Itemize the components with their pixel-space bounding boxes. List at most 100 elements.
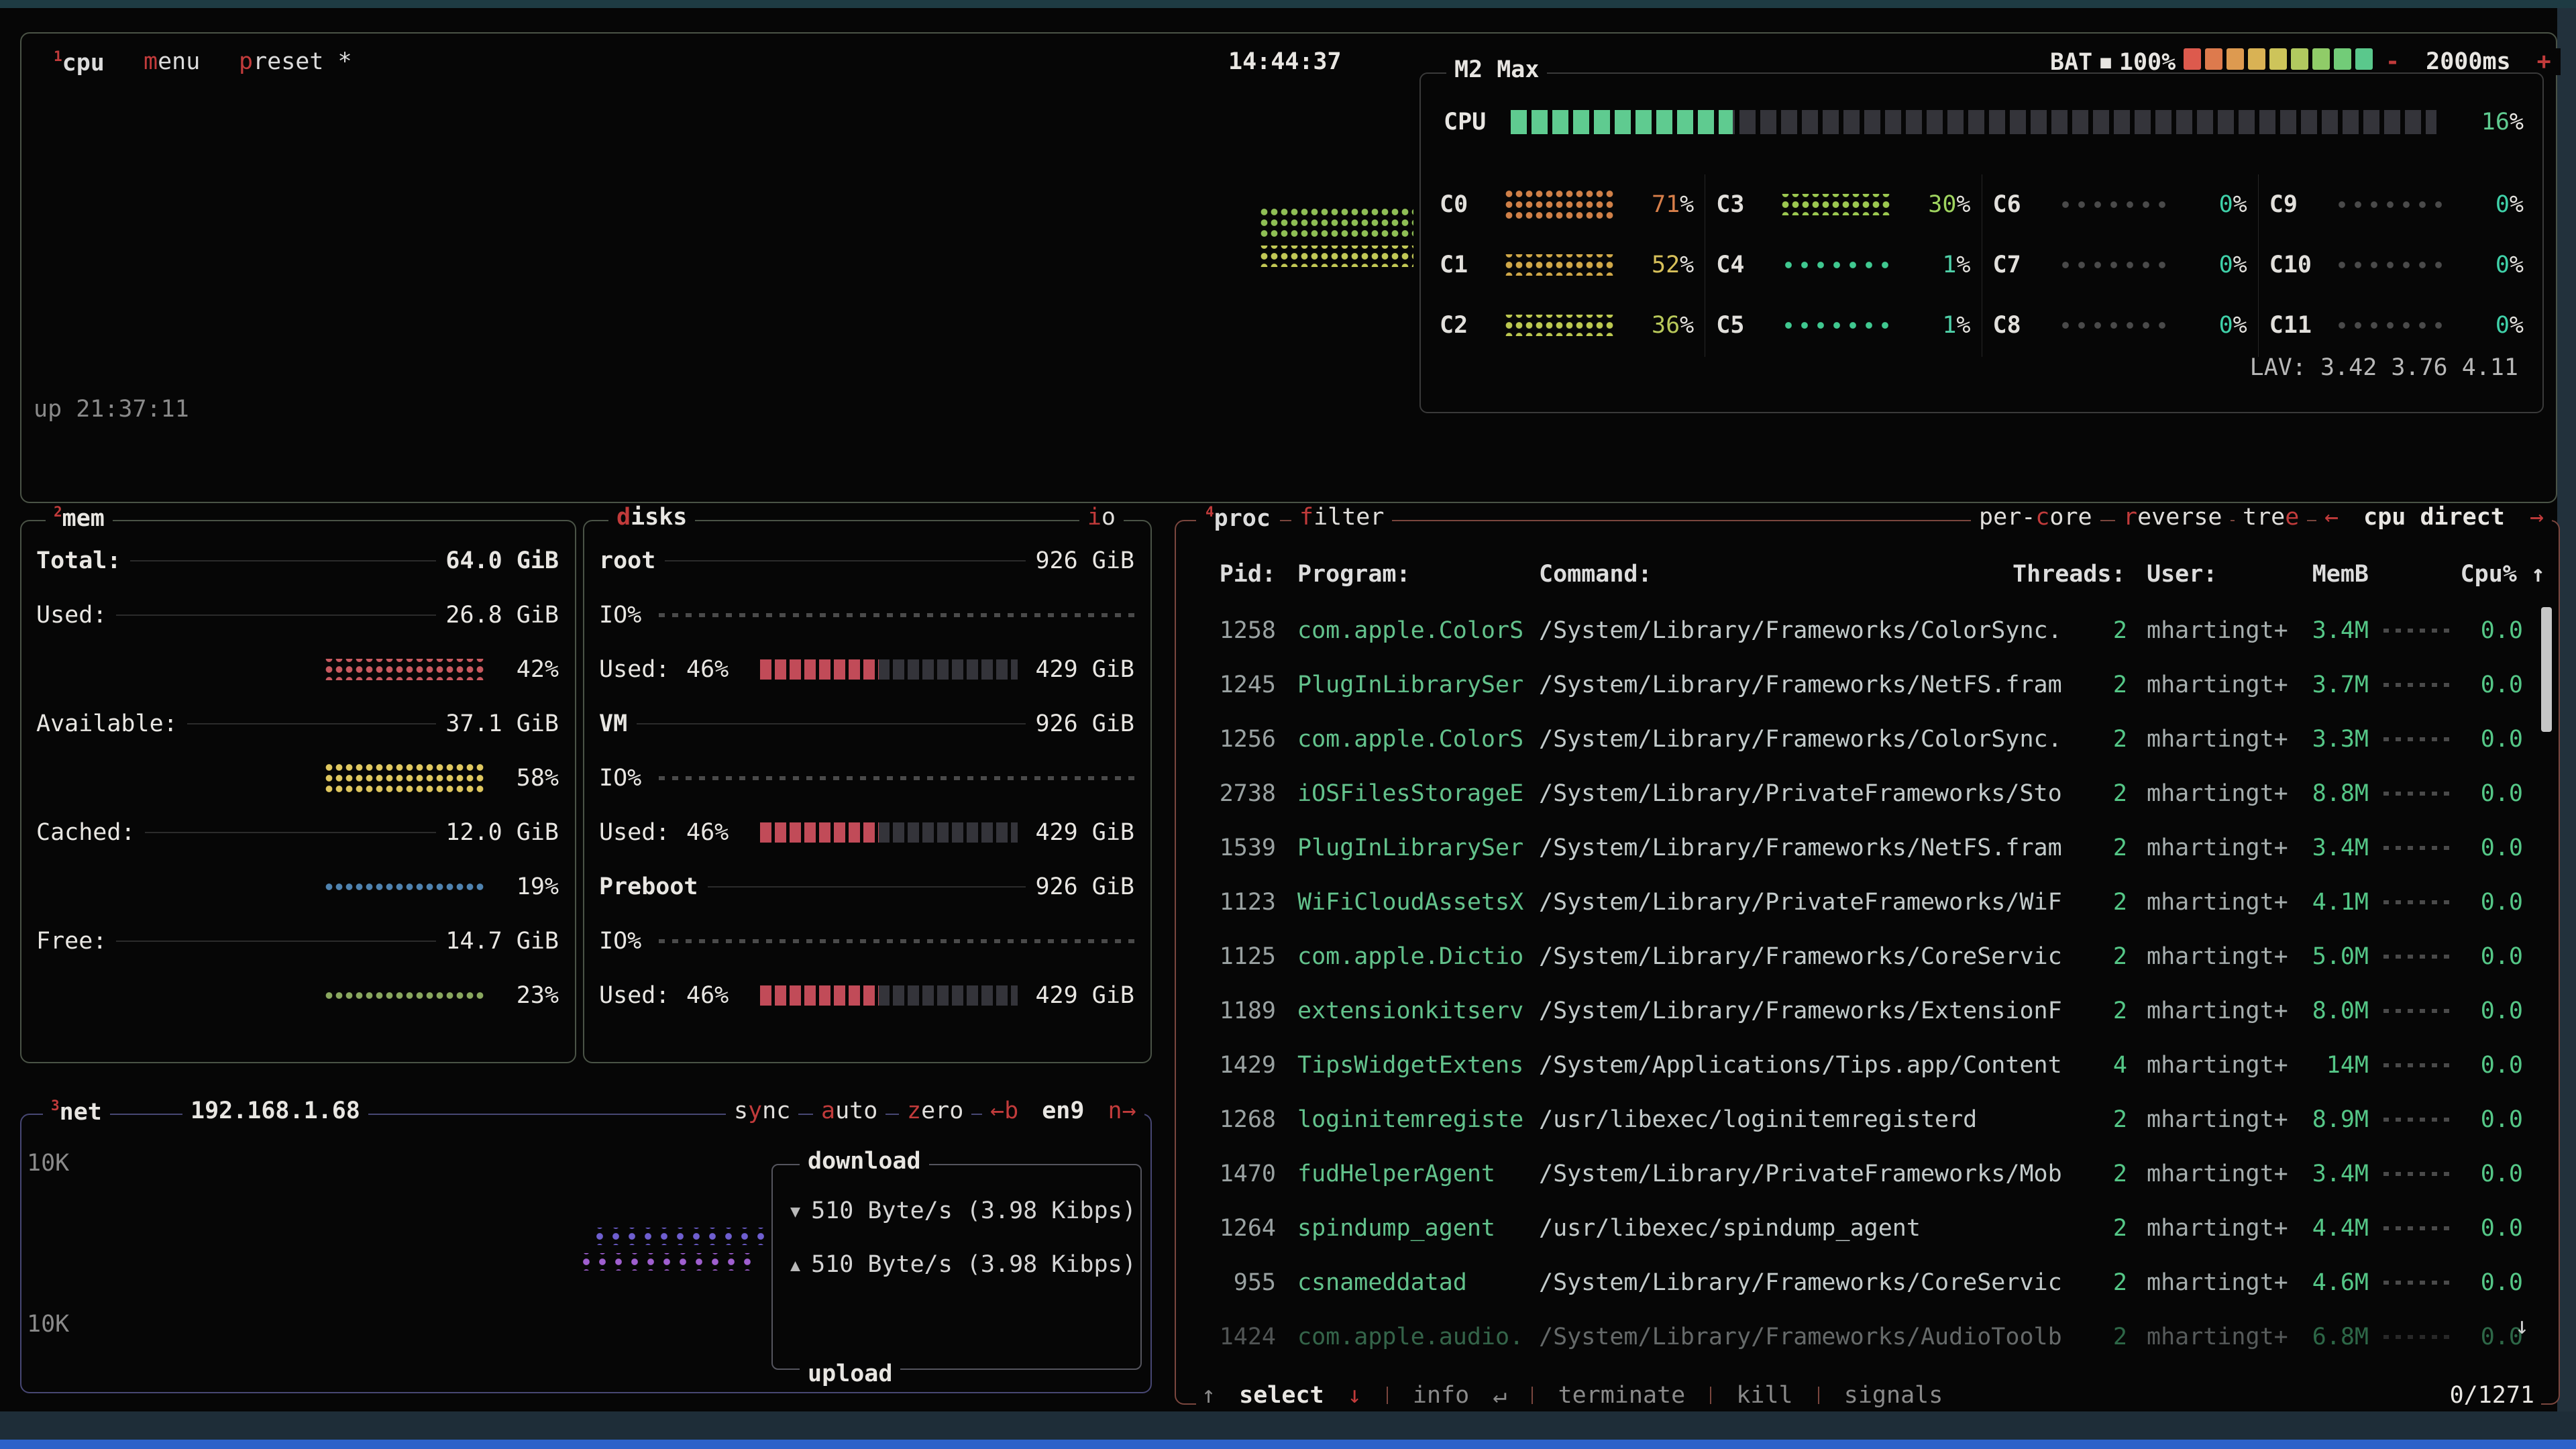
battery-indicator: BAT ■ 100% — [2041, 48, 2408, 76]
core-column-4: C90%C100%C110% — [2258, 174, 2534, 357]
kill-button[interactable]: kill — [1736, 1382, 1792, 1409]
info-button[interactable]: info — [1413, 1382, 1469, 1409]
process-row[interactable]: 1470fudHelperAgent/System/Library/Privat… — [1200, 1146, 2545, 1201]
column-mem[interactable]: MemB — [2273, 561, 2369, 588]
process-row[interactable]: 1245PlugInLibrarySer/System/Library/Fram… — [1200, 657, 2545, 712]
process-row[interactable]: 955csnameddatad/System/Library/Framework… — [1200, 1255, 2545, 1309]
mem-row-cached: Cached:12.0 GiB — [36, 805, 559, 859]
process-row[interactable]: 1125com.apple.Dictio/System/Library/Fram… — [1200, 929, 2545, 983]
scrollbar-thumb[interactable] — [2541, 607, 2552, 732]
select-up-key[interactable]: ↑ — [1201, 1382, 1216, 1409]
process-row[interactable]: 1264spindump_agent/usr/libexec/spindump_… — [1200, 1201, 2545, 1255]
interval-decrease-button[interactable]: - — [2385, 48, 2400, 75]
process-row[interactable]: 1539PlugInLibrarySer/System/Library/Fram… — [1200, 820, 2545, 875]
process-row[interactable]: 1189extensionkitserv/System/Library/Fram… — [1200, 983, 2545, 1038]
selection-position: 0/1271 — [2443, 1382, 2541, 1409]
process-row[interactable]: 2738iOSFilesStorageE/System/Library/Priv… — [1200, 766, 2545, 820]
tab-reverse[interactable]: reverse — [2115, 504, 2231, 531]
process-row[interactable]: 1123WiFiCloudAssetsX/System/Library/Priv… — [1200, 875, 2545, 929]
battery-meter — [2184, 48, 2398, 76]
tab-zero[interactable]: zero — [899, 1097, 971, 1124]
footer-divider — [1818, 1387, 1819, 1404]
sort-column-switcher: ← cpu direct → — [2316, 504, 2552, 531]
tab-menu[interactable]: menu — [134, 48, 209, 75]
sort-next-button[interactable]: → — [2530, 504, 2544, 531]
core-row-c8: C80% — [1982, 295, 2258, 356]
tab-mem[interactable]: 2mem — [46, 504, 113, 532]
tab-cpu[interactable]: 1cpu — [44, 48, 114, 76]
mem-graph-row: 42% — [36, 642, 559, 696]
load-average: LAV: 3.42 3.76 4.11 — [2250, 354, 2518, 381]
process-row[interactable]: 1429TipsWidgetExtens/System/Applications… — [1200, 1038, 2545, 1092]
download-rate-row: ▼ 510 Byte/s (3.98 Kibps) — [790, 1197, 1136, 1224]
column-program[interactable]: Program: — [1297, 561, 1411, 588]
net-title: net — [60, 1099, 102, 1126]
next-interface-button[interactable]: n→ — [1108, 1097, 1136, 1124]
tab-disks[interactable]: disks — [608, 504, 695, 531]
tab-sync[interactable]: sync — [726, 1097, 798, 1124]
core-row-c4: C41% — [1705, 235, 1981, 295]
prev-interface-button[interactable]: ←b — [990, 1097, 1018, 1124]
core-percent: 0% — [2454, 252, 2524, 278]
core-percent: 71% — [1624, 191, 1694, 218]
disk-used-bar — [760, 985, 1018, 1006]
battery-icon: ■ — [2100, 52, 2111, 72]
core-usage-graph — [2057, 199, 2168, 210]
footer-divider — [1710, 1387, 1711, 1404]
sort-column-label: cpu direct — [2363, 504, 2505, 531]
io-tab-label: o — [1102, 504, 1116, 531]
tab-auto[interactable]: auto — [813, 1097, 885, 1124]
select-down-key[interactable]: ↓ — [1348, 1382, 1362, 1409]
upload-box-title: upload — [800, 1360, 900, 1387]
net-scale-bottom: 10K — [27, 1311, 69, 1338]
mem-usage-graph — [324, 762, 484, 794]
scroll-down-indicator[interactable]: ↓ — [2515, 1313, 2529, 1340]
column-cpu-sort[interactable]: Cpu% ↑ — [2428, 561, 2545, 588]
mem-percent: 58% — [484, 765, 559, 792]
clock: 14:44:37 — [1219, 48, 1351, 75]
terminate-button[interactable]: terminate — [1558, 1382, 1686, 1409]
core-row-c10: C100% — [2259, 235, 2534, 295]
tab-preset[interactable]: preset * — [229, 48, 362, 75]
mem-graph-row: 23% — [36, 968, 559, 1022]
column-user[interactable]: User: — [2147, 561, 2217, 588]
cpu-history-graph-lower — [1259, 246, 1413, 267]
tab-proc[interactable]: 4proc — [1196, 504, 1280, 532]
battery-segment — [2291, 48, 2308, 70]
tab-io[interactable]: io — [1079, 504, 1124, 531]
process-row[interactable]: 1258com.apple.ColorS/System/Library/Fram… — [1200, 603, 2545, 657]
core-grid: C071%C152%C236% C330%C41%C51% C60%C70%C8… — [1429, 174, 2534, 357]
cpu-total-label: CPU — [1444, 109, 1511, 136]
interval-increase-button[interactable]: + — [2537, 48, 2551, 75]
core-usage-graph — [2334, 320, 2445, 331]
tab-filter[interactable]: filter — [1291, 504, 1392, 531]
core-row-c11: C110% — [2259, 295, 2534, 356]
refresh-interval: - 2000ms + — [2376, 48, 2561, 75]
process-row[interactable]: 1424com.apple.audio./System/Library/Fram… — [1200, 1309, 2545, 1364]
core-usage-graph — [1780, 194, 1891, 215]
column-command[interactable]: Command: — [1539, 561, 1652, 588]
process-row[interactable]: 1268loginitemregiste/usr/libexec/loginit… — [1200, 1092, 2545, 1146]
process-row[interactable]: 1256com.apple.ColorS/System/Library/Fram… — [1200, 712, 2545, 766]
tab-tree[interactable]: tree — [2235, 504, 2307, 531]
column-threads[interactable]: Threads: — [2012, 561, 2126, 588]
tab-net[interactable]: 3net — [43, 1097, 110, 1126]
signals-button[interactable]: signals — [1844, 1382, 1943, 1409]
core-usage-graph — [1504, 315, 1615, 336]
column-pid[interactable]: Pid: — [1200, 561, 1276, 588]
menu-hotkey: m — [144, 48, 158, 75]
core-row-c9: C90% — [2259, 174, 2534, 235]
mem-percent: 23% — [484, 982, 559, 1009]
core-column-2: C330%C41%C51% — [1705, 174, 1981, 357]
download-graph — [592, 1228, 766, 1245]
battery-segment — [2269, 48, 2287, 70]
core-row-c1: C152% — [1429, 235, 1705, 295]
disk-io-graph — [659, 613, 1134, 617]
tab-per-core[interactable]: per-core — [1971, 504, 2100, 531]
proc-panel: 4proc filter per-core reverse tree ← cpu… — [1175, 520, 2560, 1405]
sort-prev-button[interactable]: ← — [2324, 504, 2339, 531]
disk-row-preboot: Preboot926 GiB — [599, 859, 1134, 914]
mem-usage-graph — [324, 659, 484, 680]
battery-segment — [2355, 48, 2373, 70]
upload-graph — [578, 1253, 753, 1271]
